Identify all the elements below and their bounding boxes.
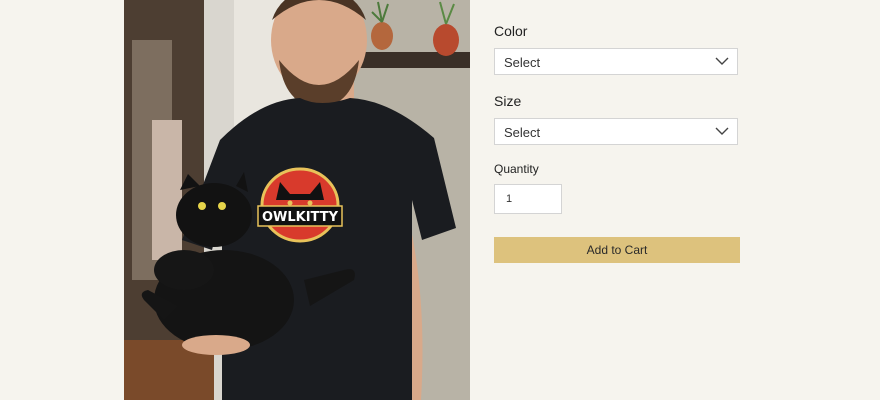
chevron-down-icon [715,57,729,65]
size-select-value: Select [504,125,541,140]
chevron-down-icon [715,127,729,135]
add-to-cart-label: Add to Cart [586,243,648,257]
add-to-cart-button[interactable]: Add to Cart [494,237,740,263]
color-label: Color [494,23,528,39]
color-select-value: Select [504,55,541,70]
quantity-value: 1 [506,193,513,205]
size-select[interactable]: Select [494,118,738,145]
quantity-input[interactable]: 1 [494,184,562,214]
product-image: OWLKITTY [124,0,470,400]
size-label: Size [494,93,522,109]
quantity-label: Quantity [494,162,539,176]
color-select[interactable]: Select [494,48,738,75]
product-photo: OWLKITTY [124,0,470,400]
shirt-logo-text: OWLKITTY [262,210,339,225]
